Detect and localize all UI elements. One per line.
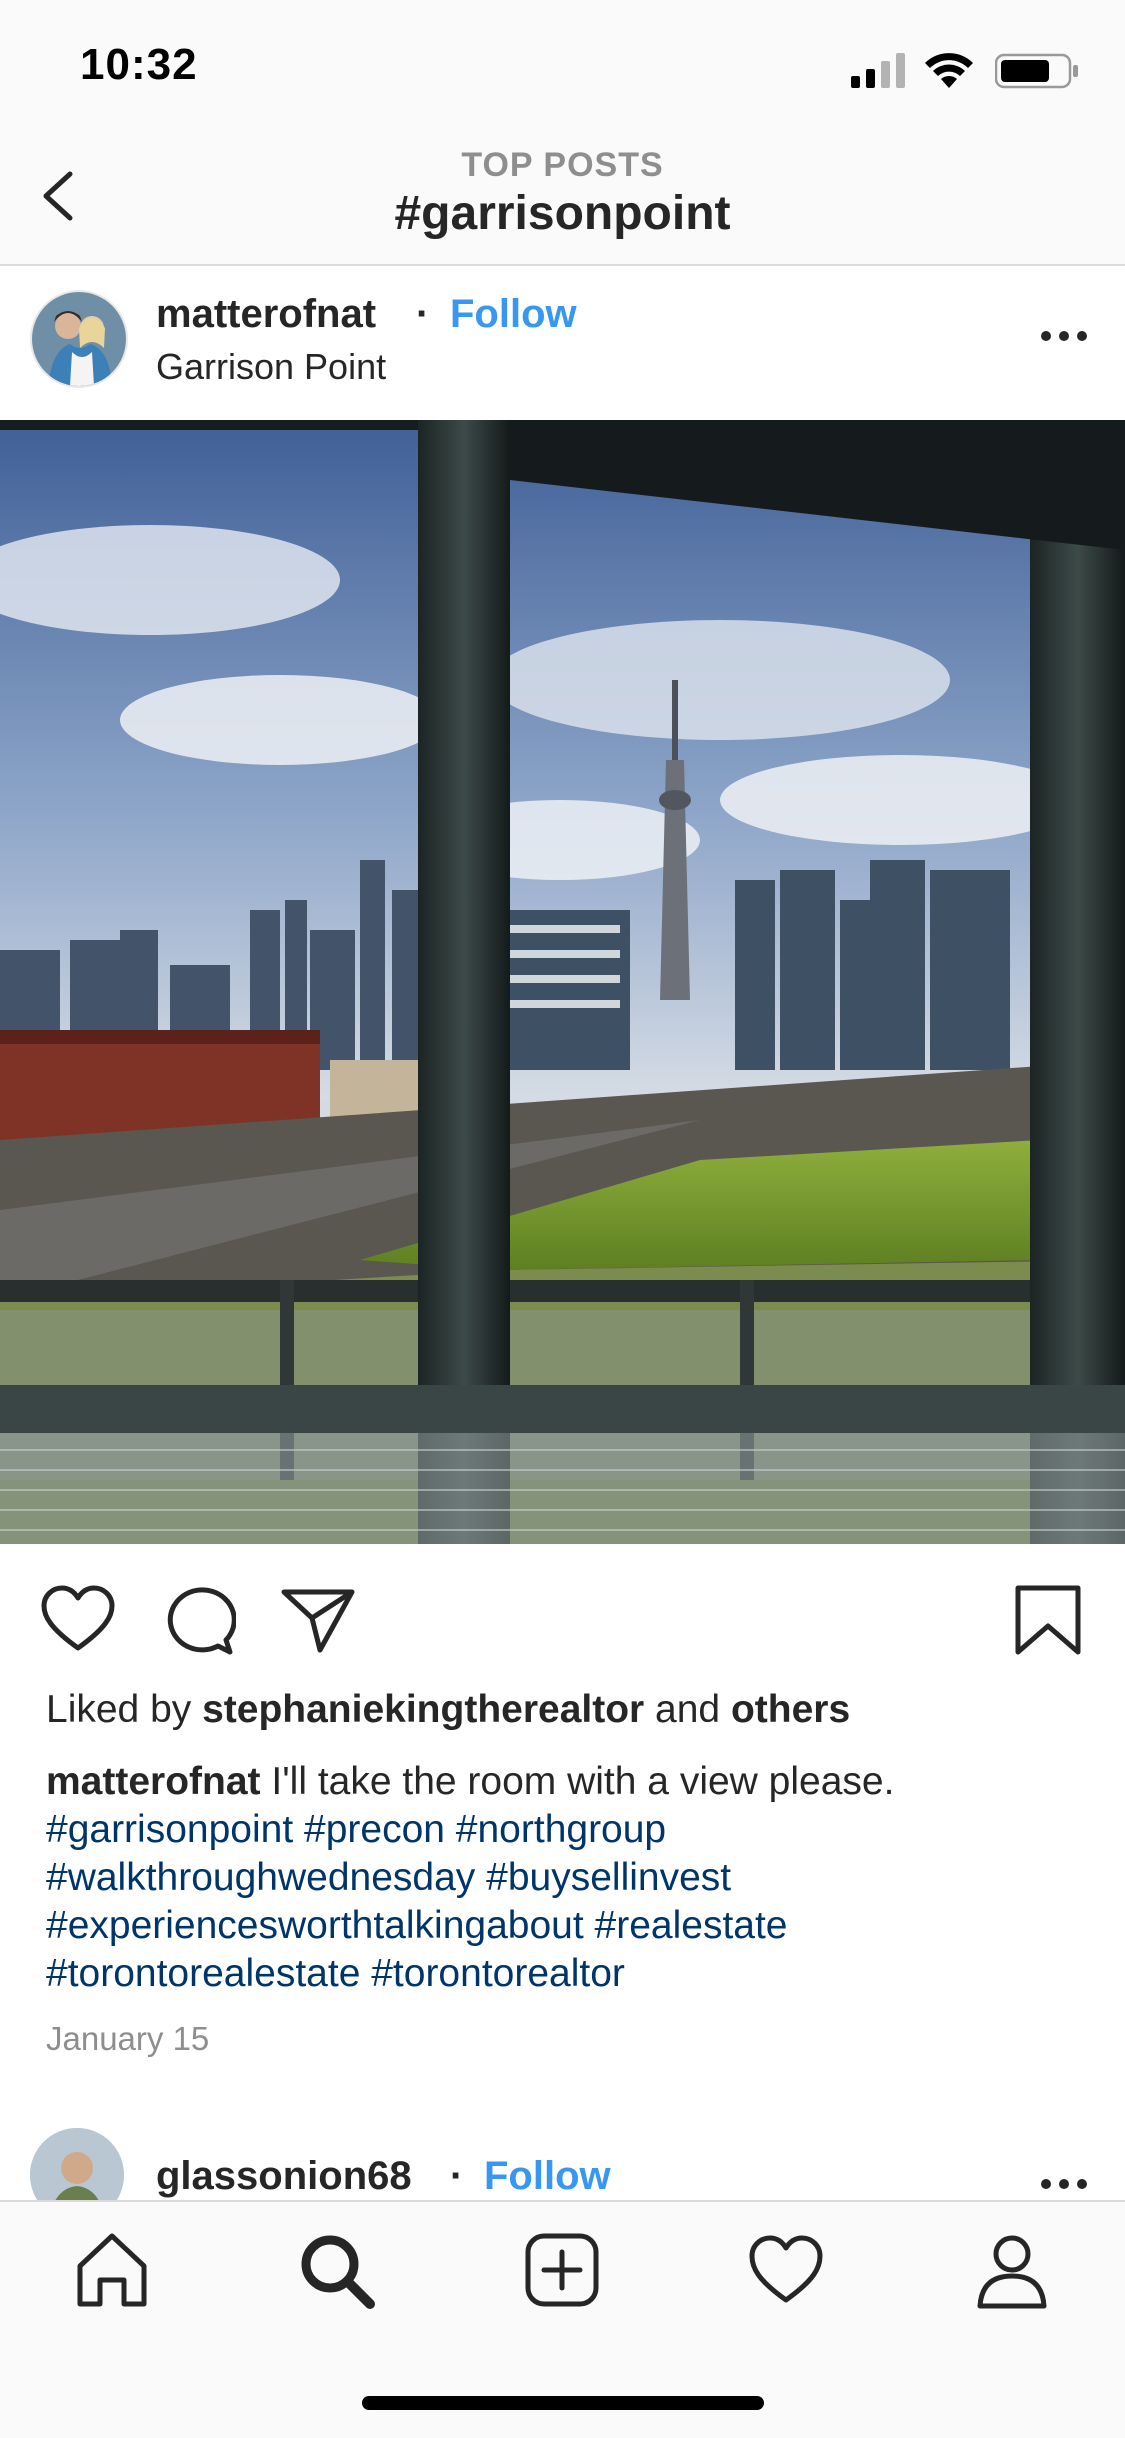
next-post-username[interactable]: glassonion68: [156, 2154, 412, 2199]
follow-button[interactable]: Follow: [484, 2154, 611, 2199]
caption-text: I'll take the room with a view please.: [260, 1760, 895, 1803]
search-icon[interactable]: [296, 2230, 376, 2310]
post-header: matterofnat · Follow Garrison Point: [0, 266, 1125, 420]
next-post-header: glassonion68 · Follow: [0, 2126, 1125, 2200]
heart-icon[interactable]: [40, 1584, 116, 1656]
paper-plane-icon[interactable]: [280, 1584, 356, 1656]
separator-dot: ·: [416, 292, 430, 336]
home-indicator[interactable]: [362, 2396, 764, 2410]
hashtag[interactable]: #northgroup: [456, 1808, 666, 1851]
more-options-icon[interactable]: [1039, 326, 1089, 346]
nav-header: TOP POSTS #garrisonpoint: [0, 130, 1125, 266]
more-options-icon[interactable]: [1039, 2174, 1089, 2194]
post-username[interactable]: matterofnat: [156, 292, 376, 337]
activity-heart-icon[interactable]: [746, 2230, 826, 2310]
follow-button[interactable]: Follow: [450, 292, 577, 337]
home-icon[interactable]: [72, 2230, 152, 2310]
likes-others[interactable]: others: [731, 1688, 850, 1731]
hashtag[interactable]: #precon: [304, 1808, 445, 1851]
cellular-signal-icon: [851, 53, 905, 88]
avatar[interactable]: [30, 290, 128, 388]
likes-middle: and: [644, 1688, 731, 1731]
likes-prefix: Liked by: [46, 1688, 203, 1731]
hashtag[interactable]: #realestate: [595, 1904, 788, 1947]
caption-username[interactable]: matterofnat: [46, 1760, 261, 1803]
add-post-icon[interactable]: [522, 2230, 602, 2310]
profile-icon[interactable]: [972, 2230, 1052, 2310]
separator-dot: ·: [450, 2154, 464, 2198]
comment-icon[interactable]: [160, 1584, 236, 1656]
hashtag[interactable]: #buysellinvest: [486, 1856, 731, 1899]
post-date: January 15: [46, 2020, 210, 2057]
hashtag[interactable]: #experiencesworthtalkingabout: [46, 1904, 584, 1947]
post-action-bar: [0, 1544, 1125, 1684]
post-location[interactable]: Garrison Point: [156, 346, 386, 388]
battery-icon: [995, 53, 1078, 89]
hashtag[interactable]: #torontorealestate: [46, 1952, 360, 1995]
hashtag[interactable]: #garrisonpoint: [46, 1808, 293, 1851]
page-title: #garrisonpoint: [394, 187, 731, 240]
post-caption: matterofnat I'll take the room with a vi…: [46, 1758, 1086, 1998]
nav-subtitle: TOP POSTS: [461, 146, 664, 184]
post-image[interactable]: [0, 420, 1125, 1544]
hashtag[interactable]: #torontorealtor: [371, 1952, 625, 1995]
bookmark-icon[interactable]: [1010, 1584, 1086, 1656]
likes-user[interactable]: stephaniekingtherealtor: [202, 1688, 644, 1731]
avatar[interactable]: [30, 2128, 124, 2200]
wifi-icon: [925, 53, 973, 88]
status-time: 10:32: [80, 40, 198, 89]
skyline-photo: [0, 420, 1125, 1544]
status-bar: 10:32: [0, 0, 1125, 130]
likes-summary[interactable]: Liked by stephaniekingtherealtor and oth…: [46, 1688, 850, 1732]
hashtag[interactable]: #walkthroughwednesday: [46, 1856, 475, 1899]
